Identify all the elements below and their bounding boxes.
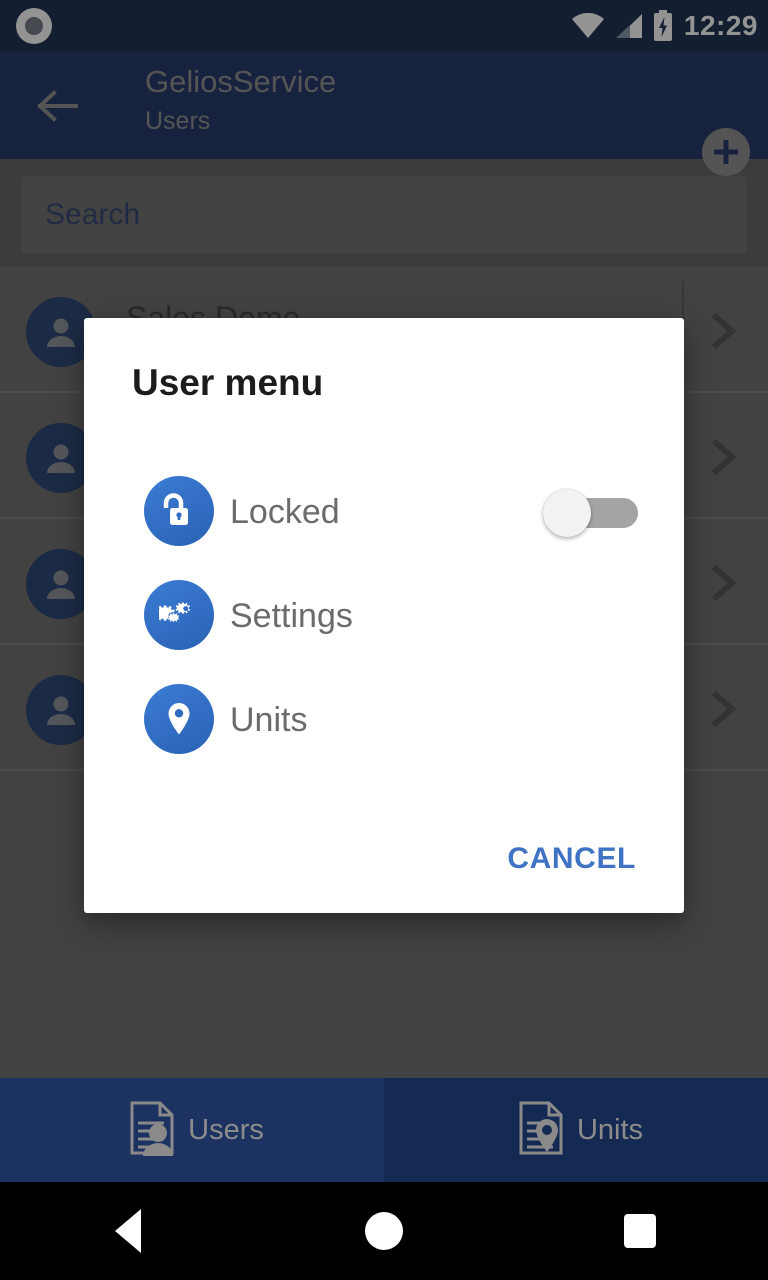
system-navigation-bar	[0, 1182, 768, 1280]
tab-label: Users	[188, 1114, 264, 1146]
system-home-icon[interactable]	[324, 1182, 444, 1280]
menu-item-settings[interactable]: Settings	[84, 564, 684, 668]
system-back-icon[interactable]	[68, 1182, 188, 1280]
menu-item-units[interactable]: Units	[84, 668, 684, 772]
tab-users[interactable]: Users	[0, 1078, 384, 1182]
locked-toggle-switch[interactable]	[540, 488, 640, 537]
bottom-navigation: Users Units	[0, 1078, 768, 1182]
dialog-title: User menu	[132, 362, 324, 403]
document-person-icon	[120, 1097, 182, 1164]
menu-item-locked[interactable]: Locked	[84, 460, 684, 564]
map-pin-icon	[144, 684, 214, 754]
cancel-button[interactable]: CANCEL	[503, 833, 640, 885]
tab-label: Units	[576, 1114, 644, 1146]
menu-item-label: Settings	[230, 597, 353, 635]
gears-icon	[144, 580, 214, 650]
system-recents-icon[interactable]	[580, 1182, 700, 1280]
user-menu-dialog: User menu Locked Settings Units CANCEL	[84, 318, 684, 913]
dialog-menu-list: Locked Settings Units	[84, 460, 684, 772]
menu-item-label: Locked	[230, 493, 340, 531]
unlock-padlock-icon	[144, 476, 214, 546]
document-pin-icon	[509, 1097, 571, 1164]
toggle-thumb	[543, 489, 591, 537]
tab-units[interactable]: Units	[384, 1078, 768, 1182]
phone-screen: 12:29 GeliosService Users Search User me…	[0, 0, 768, 1280]
menu-item-label: Units	[230, 701, 308, 739]
